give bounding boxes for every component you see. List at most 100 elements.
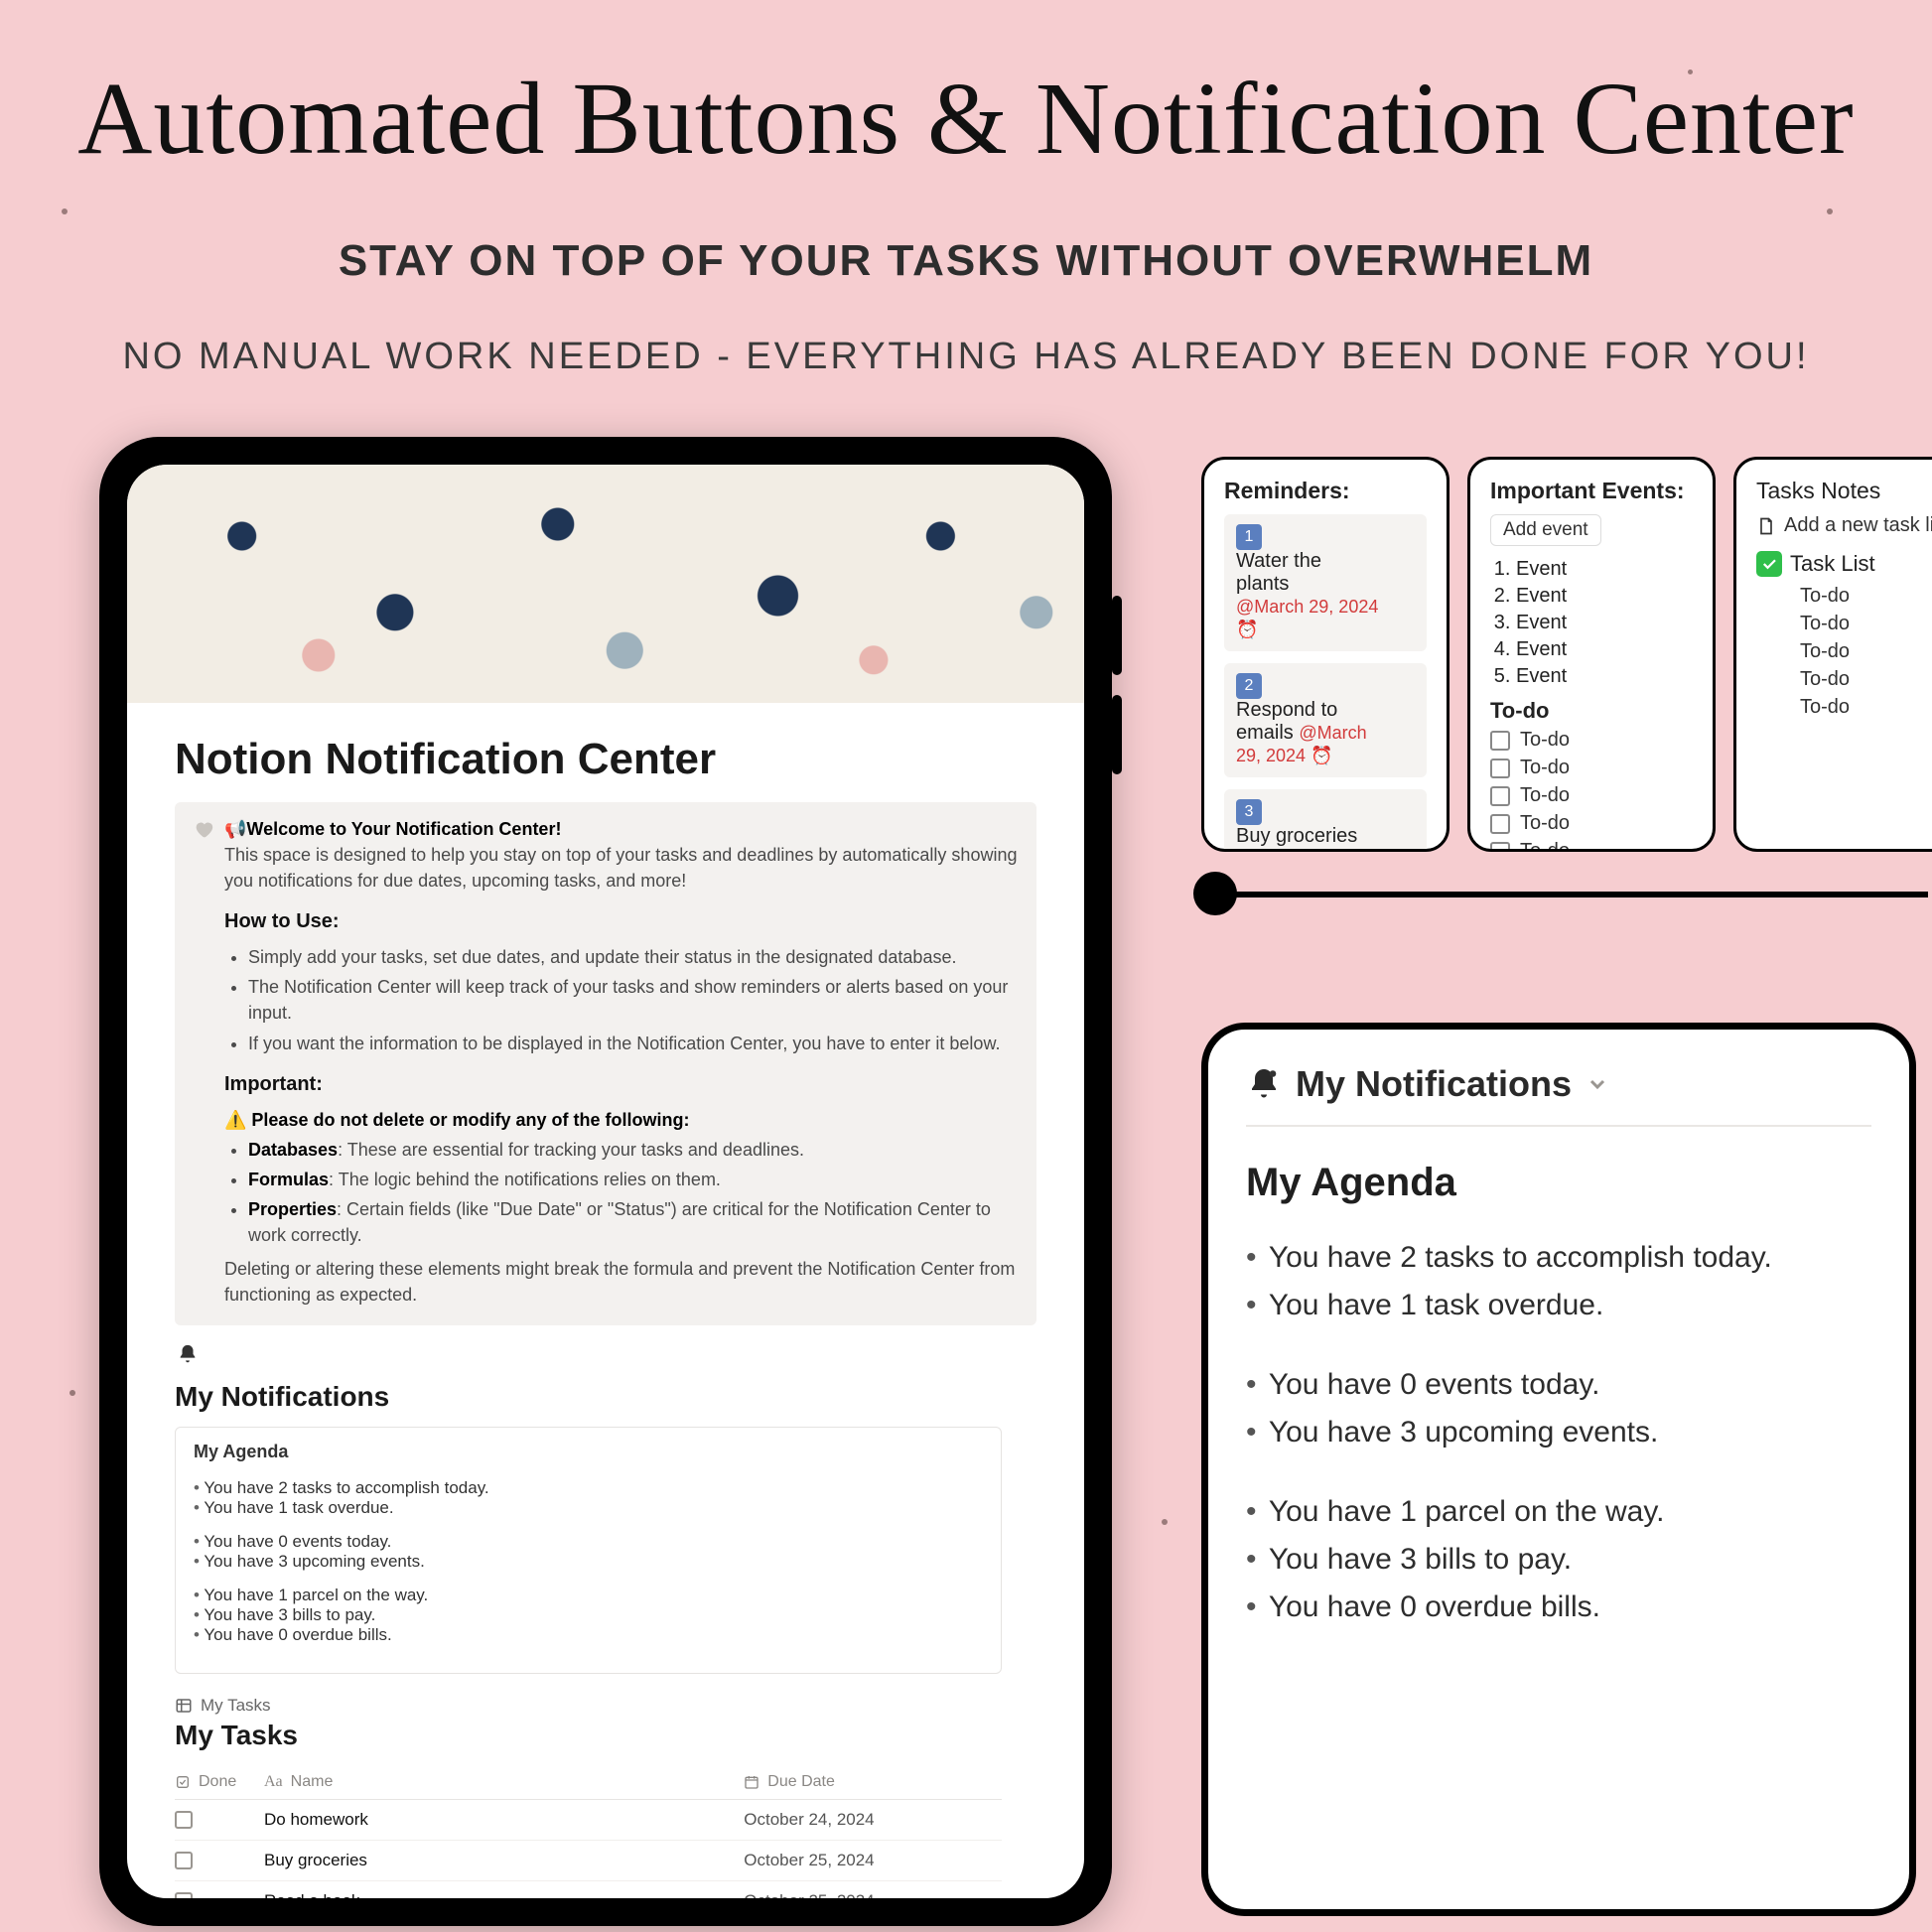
hero-subtitle-1: STAY ON TOP OF YOUR TASKS WITHOUT OVERWH…	[0, 236, 1932, 286]
hero-subtitle-2: NO MANUAL WORK NEEDED - EVERYTHING HAS A…	[0, 336, 1932, 378]
number-badge: 2	[1236, 673, 1262, 699]
ipad-device: Notion Notification Center 📢Welcome to Y…	[99, 437, 1112, 1926]
important-item: Databases: These are essential for track…	[248, 1137, 1019, 1163]
my-notifications-heading: My Notifications	[175, 1381, 1036, 1413]
events-card: Important Events: Add event Event Event …	[1467, 457, 1716, 852]
reminder-item[interactable]: 2 Respond to emails @March 29, 2024 ⏰	[1224, 663, 1427, 777]
todo-item[interactable]: To-do	[1490, 784, 1693, 807]
page-icon	[1756, 516, 1776, 536]
add-task-list-button[interactable]: Add a new task list	[1756, 514, 1932, 537]
agenda-line: You have 3 bills to pay.	[194, 1605, 983, 1625]
task-name[interactable]: Buy groceries	[264, 1851, 744, 1870]
howto-item: Simply add your tasks, set due dates, an…	[248, 944, 1019, 970]
todo-item[interactable]: To-do	[1790, 613, 1932, 635]
tasks-db-link[interactable]: My Tasks	[175, 1696, 1036, 1716]
notif-line: You have 0 overdue bills.	[1246, 1590, 1871, 1624]
col-done[interactable]: Done	[175, 1773, 264, 1791]
agenda-line: You have 1 parcel on the way.	[194, 1586, 983, 1605]
table-row[interactable]: Read a book October 25, 2024	[175, 1881, 1002, 1898]
todo-subheading: To-do	[1490, 698, 1693, 724]
notif-line: You have 0 events today.	[1246, 1368, 1871, 1402]
tasknotes-card: Tasks Notes Add a new task list Task Lis…	[1733, 457, 1932, 852]
events-title: Important Events:	[1490, 478, 1693, 504]
event-item[interactable]: Event	[1516, 638, 1693, 661]
notifications-title: My Notifications	[1296, 1063, 1572, 1105]
task-date[interactable]: October 25, 2024	[744, 1891, 1002, 1898]
event-item[interactable]: Event	[1516, 585, 1693, 608]
task-name[interactable]: Read a book	[264, 1891, 744, 1898]
welcome-heading: 📢Welcome to Your Notification Center!	[224, 819, 561, 839]
reminders-card: Reminders: 1 Water the plants@March 29, …	[1201, 457, 1449, 852]
task-date[interactable]: October 25, 2024	[744, 1851, 1002, 1870]
agenda-line: You have 3 upcoming events.	[194, 1552, 983, 1572]
add-event-button[interactable]: Add event	[1490, 514, 1601, 546]
todo-checkbox[interactable]	[1490, 786, 1510, 806]
todo-item[interactable]: To-do	[1790, 696, 1932, 719]
task-date[interactable]: October 24, 2024	[744, 1810, 1002, 1830]
event-item[interactable]: Event	[1516, 665, 1693, 688]
todo-item[interactable]: To-do	[1790, 668, 1932, 691]
event-item[interactable]: Event	[1516, 612, 1693, 634]
calendar-icon	[744, 1774, 759, 1790]
number-badge: 3	[1236, 799, 1262, 825]
agenda-line: You have 0 events today.	[194, 1532, 983, 1552]
done-checkbox[interactable]	[175, 1852, 193, 1869]
todo-item[interactable]: To-do	[1490, 840, 1693, 852]
notif-line: You have 3 bills to pay.	[1246, 1543, 1871, 1577]
todo-checkbox[interactable]	[1490, 731, 1510, 751]
timeline-line	[1213, 892, 1928, 897]
done-checkbox[interactable]	[175, 1811, 193, 1829]
chevron-down-icon[interactable]	[1586, 1072, 1609, 1096]
todo-checkbox[interactable]	[1490, 814, 1510, 834]
table-row[interactable]: Buy groceries October 25, 2024	[175, 1841, 1002, 1881]
important-title: Important:	[224, 1070, 1019, 1099]
agenda-title: My Agenda	[194, 1442, 983, 1462]
important-warning: ⚠️ Please do not delete or modify any of…	[224, 1110, 689, 1130]
todo-item[interactable]: To-do	[1790, 640, 1932, 663]
bell-icon	[1246, 1066, 1282, 1102]
todo-checkbox[interactable]	[1490, 759, 1510, 778]
col-name[interactable]: AaName	[264, 1773, 744, 1791]
todo-item[interactable]: To-do	[1790, 585, 1932, 608]
important-item: Properties: Certain fields (like "Due Da…	[248, 1196, 1019, 1248]
todo-checkbox[interactable]	[1490, 842, 1510, 853]
table-row[interactable]: Do homework October 24, 2024	[175, 1800, 1002, 1841]
notif-line: You have 3 upcoming events.	[1246, 1416, 1871, 1449]
table-icon	[175, 1697, 193, 1715]
welcome-body: This space is designed to help you stay …	[224, 842, 1019, 894]
timeline-dot	[1193, 872, 1237, 915]
notif-line: You have 1 parcel on the way.	[1246, 1495, 1871, 1529]
todo-item[interactable]: To-do	[1490, 757, 1693, 779]
todo-item[interactable]: To-do	[1490, 729, 1693, 752]
reminder-date: @March 29, 2024 9:00 AM (GMT+1) ⏰	[1236, 849, 1379, 852]
task-list-title[interactable]: Task List	[1756, 551, 1932, 577]
notifications-panel: My Notifications My Agenda You have 2 ta…	[1201, 1023, 1916, 1916]
reminder-item[interactable]: 1 Water the plants@March 29, 2024 ⏰	[1224, 514, 1427, 651]
bell-icon	[177, 1343, 199, 1365]
done-checkbox[interactable]	[175, 1892, 193, 1898]
agenda-card: My Agenda You have 2 tasks to accomplish…	[175, 1427, 1002, 1674]
event-item[interactable]: Event	[1516, 558, 1693, 581]
agenda-line: You have 2 tasks to accomplish today.	[194, 1478, 983, 1498]
howto-title: How to Use:	[224, 907, 1019, 936]
page-cover	[127, 465, 1084, 703]
check-icon	[1756, 551, 1782, 577]
page-title: Notion Notification Center	[175, 735, 1036, 784]
todo-item[interactable]: To-do	[1490, 812, 1693, 835]
tasks-table: Done AaName Due Date Do homework October…	[175, 1765, 1002, 1898]
agenda-heading: My Agenda	[1246, 1161, 1871, 1205]
howto-item: If you want the information to be displa…	[248, 1031, 1019, 1056]
notif-line: You have 1 task overdue.	[1246, 1289, 1871, 1322]
important-item: Formulas: The logic behind the notificat…	[248, 1167, 1019, 1192]
hero-title: Automated Buttons & Notification Center	[0, 60, 1932, 178]
checkbox-icon	[175, 1774, 191, 1790]
welcome-callout: 📢Welcome to Your Notification Center! Th…	[175, 802, 1036, 1325]
col-date[interactable]: Due Date	[744, 1773, 1002, 1791]
howto-item: The Notification Center will keep track …	[248, 974, 1019, 1026]
important-footer: Deleting or altering these elements migh…	[224, 1256, 1019, 1308]
reminders-title: Reminders:	[1224, 478, 1427, 504]
task-name[interactable]: Do homework	[264, 1810, 744, 1830]
agenda-line: You have 0 overdue bills.	[194, 1625, 983, 1645]
agenda-line: You have 1 task overdue.	[194, 1498, 983, 1518]
reminder-item[interactable]: 3 Buy groceries@March 29, 2024 9:00 AM (…	[1224, 789, 1427, 852]
